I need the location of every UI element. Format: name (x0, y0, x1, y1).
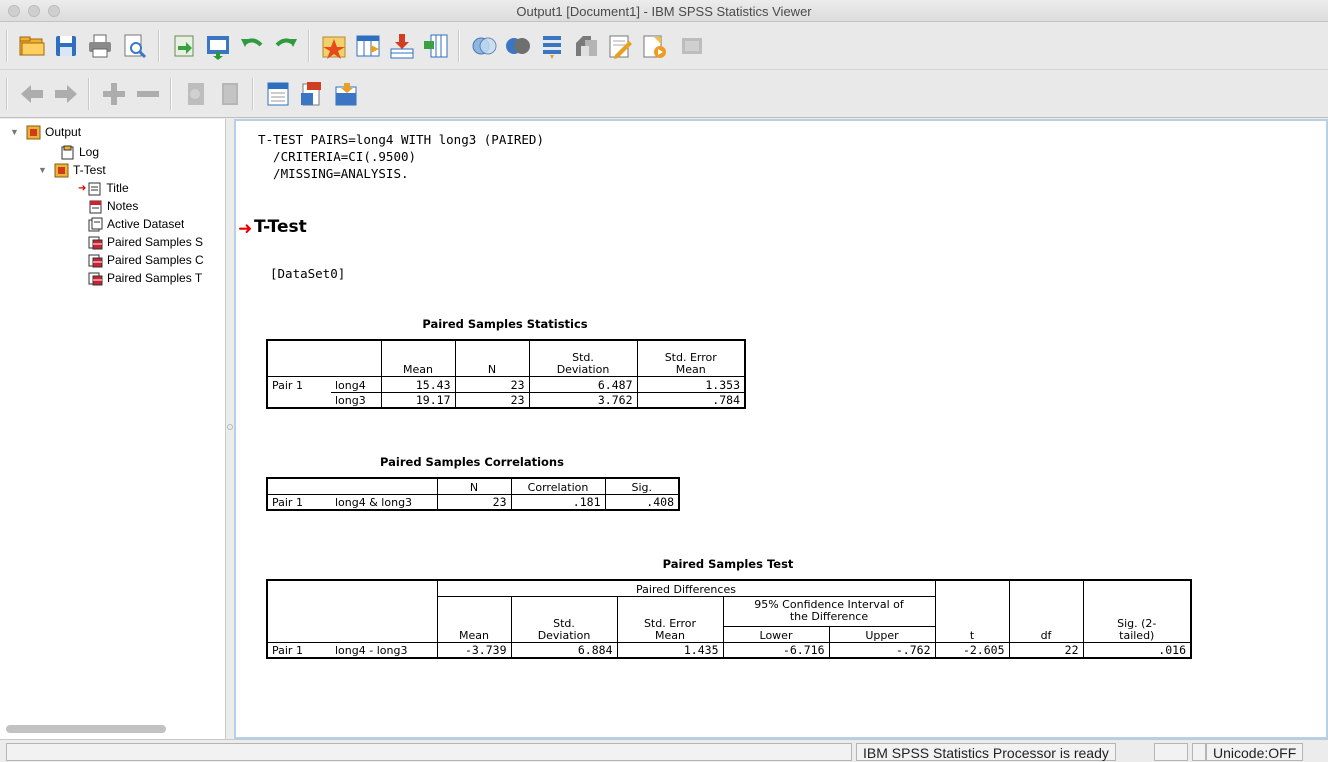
toolbar-grip[interactable] (6, 30, 8, 62)
log-icon (61, 145, 74, 159)
tree-item-active-dataset[interactable]: Active Dataset (88, 215, 184, 233)
promote-icon[interactable] (16, 78, 48, 110)
output-heading: T-Test (254, 217, 307, 237)
expand-icon[interactable] (98, 78, 130, 110)
use-sets-icon[interactable] (570, 30, 602, 62)
pane-splitter[interactable] (226, 119, 234, 739)
table-row: Pair 1 long4 15.43 23 6.487 1.353 (266, 375, 746, 393)
status-cell-empty (1154, 743, 1188, 761)
output-book-icon (54, 163, 69, 177)
toolbar-grip[interactable] (170, 78, 172, 110)
stats-table-title: Paired Samples Statistics (422, 317, 588, 331)
insert-heading-icon[interactable] (262, 78, 294, 110)
toolbar-grip[interactable] (308, 30, 310, 62)
disclosure-triangle-icon[interactable]: ▼ (38, 165, 48, 175)
paired-samples-test-table[interactable]: Paired Differences t df Sig. (2- tailed)… (266, 579, 1192, 659)
insert-variables-icon[interactable] (420, 30, 452, 62)
goto-variable-icon[interactable] (352, 30, 384, 62)
outline-horizontal-scrollbar[interactable] (6, 725, 166, 733)
outline-toolbar (0, 70, 1328, 118)
title-bar: Output1 [Document1] - IBM SPSS Statistic… (0, 0, 1328, 22)
unicode-status: Unicode:OFF (1206, 743, 1304, 761)
disclosure-triangle-icon[interactable]: ▼ (10, 127, 20, 137)
table-icon (88, 272, 103, 285)
print-icon[interactable] (84, 30, 116, 62)
edit-icon[interactable] (604, 30, 636, 62)
output-content-pane[interactable]: T-TEST PAIRS=long4 WITH long3 (PAIRED) /… (234, 119, 1328, 739)
dataset-icon (88, 217, 103, 231)
weight-cases-icon[interactable] (502, 30, 534, 62)
tree-item-notes[interactable]: Notes (88, 197, 138, 215)
current-item-arrow-icon: ➜ (78, 182, 87, 194)
paired-samples-correlations-table[interactable]: N Correlation Sig. Pair 1 long4 & long3 … (266, 477, 680, 511)
goto-case-icon[interactable] (318, 30, 350, 62)
insert-title-icon[interactable] (296, 78, 328, 110)
undo-icon[interactable] (236, 30, 268, 62)
tree-item-t-test[interactable]: ▼ T-Test (38, 161, 106, 179)
toolbar-grip[interactable] (6, 78, 8, 110)
paired-samples-statistics-table[interactable]: Mean N Std. Deviation Std. Error Mean Pa… (266, 339, 746, 409)
tree-item-paired-samples-correlations[interactable]: Paired Samples C (88, 251, 224, 269)
status-message (6, 743, 852, 761)
table-row: Pair 1 long4 & long3 23 .181 .408 (266, 493, 680, 511)
script-icon[interactable] (638, 30, 670, 62)
recall-dialog-icon[interactable] (202, 30, 234, 62)
demote-icon[interactable] (50, 78, 82, 110)
tree-item-log[interactable]: Log (60, 143, 99, 161)
tree-item-title[interactable]: ➜ Title (78, 179, 129, 197)
status-cell-empty (1192, 743, 1206, 761)
print-preview-icon[interactable] (118, 30, 150, 62)
test-table-title: Paired Samples Test (662, 557, 794, 571)
redo-icon[interactable] (270, 30, 302, 62)
status-bar: IBM SPSS Statistics Processor is ready U… (0, 739, 1328, 762)
window-title: Output1 [Document1] - IBM SPSS Statistic… (516, 4, 812, 19)
main-toolbar (0, 22, 1328, 70)
output-book-icon (26, 125, 41, 139)
notes-icon (89, 200, 102, 213)
table-row: long3 19.17 23 3.762 .784 (266, 391, 746, 409)
syntax-log: T-TEST PAIRS=long4 WITH long3 (PAIRED) /… (258, 132, 544, 181)
select-cases-icon[interactable] (468, 30, 500, 62)
value-labels-icon[interactable] (536, 30, 568, 62)
table-icon (88, 254, 103, 267)
toolbar-grip[interactable] (88, 78, 90, 110)
table-icon (88, 236, 103, 249)
insert-cases-icon[interactable] (386, 30, 418, 62)
tree-item-output[interactable]: ▼ Output (10, 123, 81, 141)
insert-text-icon[interactable] (330, 78, 362, 110)
export-icon[interactable] (168, 30, 200, 62)
table-row: Pair 1 long4 - long3 -3.739 6.884 1.435 … (266, 641, 1192, 659)
save-icon[interactable] (50, 30, 82, 62)
open-icon[interactable] (16, 30, 48, 62)
tree-item-paired-samples-test[interactable]: Paired Samples T (88, 269, 224, 287)
title-icon (88, 182, 101, 195)
toolbar-grip[interactable] (458, 30, 460, 62)
corr-table-title: Paired Samples Correlations (380, 455, 564, 469)
collapse-icon[interactable] (132, 78, 164, 110)
processor-status: IBM SPSS Statistics Processor is ready (856, 743, 1116, 761)
disabled-pane-icon[interactable] (676, 30, 708, 62)
outline-pane[interactable]: ▼ Output Log ▼ T-Test ➜ Title Notes Acti… (0, 119, 226, 739)
show-icon[interactable] (180, 78, 212, 110)
splitter-handle-icon[interactable] (227, 424, 233, 430)
tree-item-paired-samples-statistics[interactable]: Paired Samples S (88, 233, 224, 251)
hide-icon[interactable] (214, 78, 246, 110)
toolbar-grip[interactable] (158, 30, 160, 62)
current-item-arrow-icon: ➜ (238, 219, 253, 238)
toolbar-grip[interactable] (252, 78, 254, 110)
dataset-label: [DataSet0] (270, 266, 346, 281)
